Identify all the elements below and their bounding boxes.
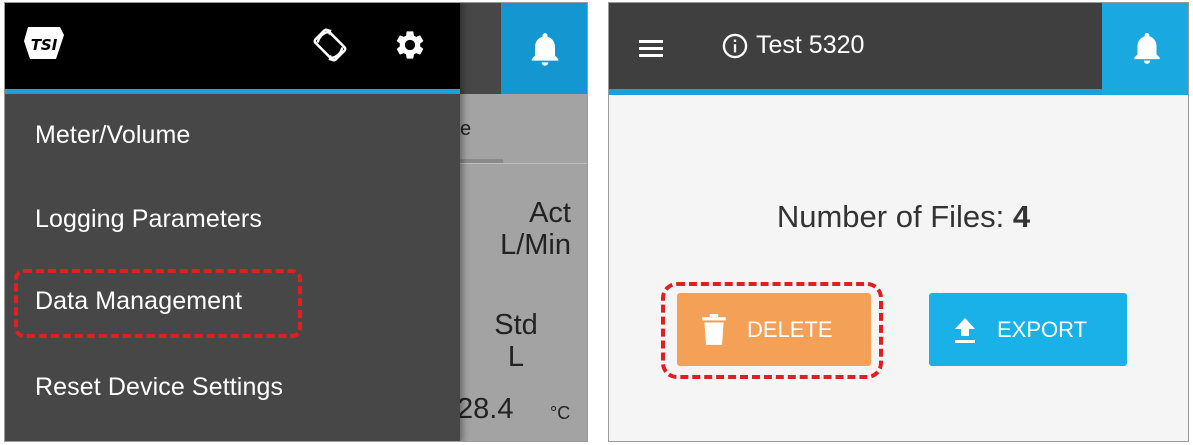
upload-icon	[955, 317, 975, 343]
gear-icon[interactable]	[393, 28, 427, 62]
drawer-header: TSI	[5, 3, 460, 89]
tsi-logo: TSI	[24, 27, 64, 59]
navigation-drawer: TSI Meter/Volume Logging Parameters Data…	[5, 3, 460, 441]
svg-text:TSI: TSI	[31, 36, 58, 54]
background-tab-label: e	[460, 118, 472, 140]
page-title: Test 5320	[756, 31, 865, 59]
temperature-unit: °C	[550, 403, 571, 423]
std-unit: L	[507, 341, 525, 373]
notification-button[interactable]	[1102, 3, 1188, 95]
number-of-files: Number of Files: 4	[609, 199, 1188, 235]
bell-icon	[1134, 32, 1160, 64]
bell-icon	[531, 33, 559, 66]
act-flow-label: Act L/Min	[461, 197, 571, 261]
std-volume-label: Std L	[471, 309, 561, 373]
divider	[460, 163, 587, 164]
export-label: EXPORT	[997, 316, 1088, 342]
hamburger-icon[interactable]	[639, 37, 667, 59]
act-unit: L/Min	[500, 229, 571, 261]
highlight-box-data-management	[14, 269, 302, 338]
files-label: Number of Files:	[776, 199, 1005, 234]
menu-item-reset-device-settings[interactable]: Reset Device Settings	[35, 373, 283, 402]
left-screenshot: e Act L/Min Std L 28.4 °C TSI Meter/Volu…	[4, 2, 588, 442]
screen-rotation-icon[interactable]	[311, 26, 349, 64]
highlight-box-delete	[661, 282, 883, 379]
menu-item-meter-volume[interactable]: Meter/Volume	[35, 121, 190, 150]
std-label: Std	[494, 309, 538, 341]
menu-item-logging-parameters[interactable]: Logging Parameters	[35, 205, 262, 234]
temperature-value: 28.4	[457, 393, 514, 425]
files-count: 4	[1012, 199, 1031, 234]
drawer-accent-bar	[5, 89, 460, 94]
notification-button[interactable]	[501, 3, 587, 94]
info-icon[interactable]	[721, 32, 749, 60]
right-screenshot: Test 5320 Number of Files: 4 DELETE EXPO…	[608, 2, 1189, 442]
export-button[interactable]: EXPORT	[929, 293, 1127, 366]
act-label: Act	[529, 197, 571, 229]
